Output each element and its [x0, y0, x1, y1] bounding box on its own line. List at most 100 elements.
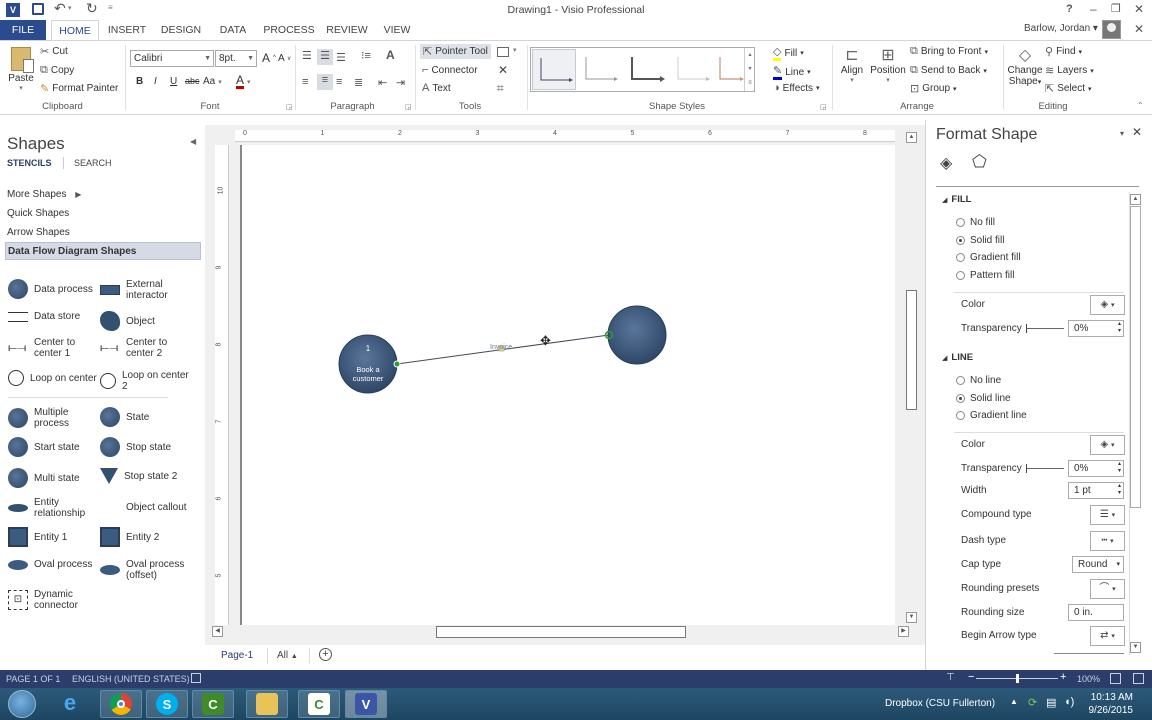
line-button[interactable]: ✎ Line ▾ [773, 64, 811, 80]
stencil-item[interactable]: Entity 1 [8, 527, 100, 547]
send-to-back-button[interactable]: ⧉ Send to Back ▾ [910, 64, 987, 77]
bring-to-front-button[interactable]: ⧉ Bring to Front ▾ [910, 45, 988, 58]
macro-record-icon[interactable] [191, 673, 201, 683]
panel-scrollbar[interactable]: ▲ ▼ [1129, 192, 1141, 655]
zoom-slider-thumb[interactable] [1016, 674, 1019, 683]
network-tray-icon[interactable]: ▤ [1046, 696, 1056, 709]
gradient-line-radio[interactable]: Gradient line [956, 410, 1027, 421]
solid-line-radio[interactable]: Solid line [956, 393, 1011, 404]
panel-scroll-up[interactable]: ▲ [1130, 194, 1141, 205]
collapse-ribbon-icon[interactable]: ⌃ [1137, 101, 1144, 110]
scroll-right-button[interactable]: ▶ [898, 626, 909, 637]
increase-indent-icon[interactable]: ⇥ [396, 76, 405, 89]
horizontal-scroll-thumb[interactable] [436, 626, 686, 638]
no-line-radio[interactable]: No line [956, 375, 1001, 386]
paragraph-dialog-launcher-icon[interactable]: ◲ [405, 103, 412, 111]
rectangle-tool-icon[interactable] [497, 47, 509, 57]
strikethrough-button[interactable]: abc [185, 76, 200, 86]
line-transparency-input[interactable]: 0% ▴ ▾ [1068, 460, 1124, 477]
gradient-fill-radio[interactable]: Gradient fill [956, 252, 1021, 263]
align-bottom-icon[interactable]: ☰ [336, 51, 346, 64]
stencil-item[interactable]: Oval process [8, 559, 100, 570]
stencil-item[interactable]: Oval process (offset) [100, 559, 192, 581]
bullets-icon[interactable]: ⁝≡ [361, 49, 371, 62]
tab-review[interactable]: REVIEW [324, 20, 370, 40]
tab-stencils[interactable]: STENCILS [7, 158, 52, 168]
pattern-fill-radio[interactable]: Pattern fill [956, 270, 1014, 281]
align-right-icon[interactable]: ≡ [336, 76, 342, 88]
style-thumb[interactable] [624, 49, 668, 90]
style-thumb[interactable] [716, 49, 746, 90]
stencil-item[interactable]: ⊡ Dynamic connector [8, 589, 100, 611]
close-document-button[interactable]: ✕ [1134, 22, 1144, 36]
stencil-item[interactable]: Object [100, 311, 192, 331]
stencil-item[interactable]: Stop state 2 [100, 468, 192, 484]
rounding-size-input[interactable]: 0 in. [1068, 604, 1124, 621]
stencil-item[interactable]: ⟝⟞ Center to center 2 [100, 337, 192, 359]
stencil-item[interactable]: Data process [8, 279, 100, 299]
fill-color-button[interactable]: ◈ ▾ [1090, 295, 1125, 315]
horizontal-scrollbar[interactable]: ◀ ▶ [210, 625, 909, 639]
user-avatar[interactable] [1102, 20, 1121, 39]
data-flow-diagram-shapes-item[interactable]: Data Flow Diagram Shapes [5, 242, 201, 260]
show-hidden-icons[interactable]: ▲ [1010, 697, 1018, 706]
underline-button[interactable]: U [170, 76, 177, 87]
tab-process[interactable]: PROCESS [263, 20, 315, 40]
user-name[interactable]: Barlow, Jordan ▾ [1024, 23, 1098, 34]
align-top-icon[interactable]: ☰ [302, 49, 312, 62]
panel-scroll-thumb[interactable] [1130, 206, 1141, 508]
tab-home[interactable]: HOME [51, 20, 99, 40]
language-indicator[interactable]: ENGLISH (UNITED STATES) [72, 674, 190, 684]
connector-button[interactable]: ⌐ Connector [422, 64, 478, 76]
fill-button[interactable]: ◇ Fill ▾ [773, 45, 804, 61]
find-button[interactable]: ⚲ Find ▾ [1045, 45, 1082, 58]
drawing-page[interactable]: 1 Book a customer Invoice ✥ [240, 145, 895, 625]
zoom-slider[interactable] [976, 674, 1058, 683]
taskbar-skype[interactable]: S [146, 690, 188, 718]
pointer-tool-button[interactable]: ⇱ Pointer Tool [420, 44, 491, 59]
position-button[interactable]: ⊞ Position ▾ [869, 45, 907, 84]
clock[interactable]: 10:13 AM 9/26/2015 [1088, 691, 1134, 717]
line-section-header[interactable]: ◢ LINE [942, 352, 973, 363]
taskbar-chrome[interactable] [100, 690, 142, 718]
restore-button[interactable]: ❐ [1111, 2, 1121, 15]
align-center-icon[interactable]: ≡ [317, 74, 333, 90]
font-size-select[interactable]: 8pt. ▼ [215, 50, 257, 67]
start-button[interactable] [8, 690, 36, 718]
font-family-select[interactable]: Calibri ▼ [130, 50, 214, 67]
decrease-indent-icon[interactable]: ⇤ [378, 76, 387, 89]
taskbar-camtasia-recorder[interactable]: C [298, 690, 340, 718]
collapse-shapes-icon[interactable]: ◀ [190, 137, 196, 146]
rectangle-dropdown-icon[interactable]: ▾ [513, 46, 517, 54]
more-shapes-item[interactable]: More Shapes ▶ [7, 189, 81, 200]
style-thumb[interactable] [670, 49, 714, 90]
no-fill-radio[interactable]: No fill [956, 217, 995, 228]
stencil-item[interactable]: State [100, 407, 192, 427]
switch-windows-icon[interactable] [1133, 673, 1144, 684]
compound-type-button[interactable]: ☰ ▾ [1090, 505, 1125, 525]
rounding-presets-button[interactable]: ⌒ ▾ [1090, 579, 1125, 599]
fill-line-tab-icon[interactable]: ◈ [940, 153, 952, 173]
zoom-in-button[interactable]: + [1060, 671, 1066, 683]
zoom-out-button[interactable]: − [968, 671, 974, 683]
stencil-item[interactable]: Entity relationship [8, 497, 100, 519]
stencil-item[interactable]: External interactor [100, 279, 192, 301]
arrow-shapes-item[interactable]: Arrow Shapes [7, 227, 70, 238]
change-case-button[interactable]: Aa ▾ [203, 76, 222, 87]
paste-button[interactable]: Paste ▾ [6, 45, 36, 100]
scroll-down-button[interactable]: ▼ [906, 612, 917, 623]
select-button[interactable]: ⇱ Select ▾ [1045, 82, 1092, 95]
cap-type-select[interactable]: Round ▾ [1072, 556, 1124, 573]
line-color-button[interactable]: ◈ ▾ [1090, 435, 1125, 455]
page-tab-page-1[interactable]: Page-1 [221, 650, 253, 661]
stencil-item[interactable]: Multiple process [8, 407, 100, 429]
align-left-icon[interactable]: ≡ [302, 76, 308, 88]
vertical-scroll-thumb[interactable] [906, 290, 917, 410]
effects-tab-icon[interactable]: ⬠ [972, 152, 987, 172]
tab-file[interactable]: FILE [0, 20, 46, 40]
stencil-item[interactable]: Data store [8, 311, 100, 322]
tab-data[interactable]: DATA [212, 20, 254, 40]
shape-styles-dialog-launcher-icon[interactable]: ◲ [820, 103, 827, 111]
style-thumb[interactable] [578, 49, 622, 90]
taskbar-visio[interactable]: V [345, 690, 387, 718]
